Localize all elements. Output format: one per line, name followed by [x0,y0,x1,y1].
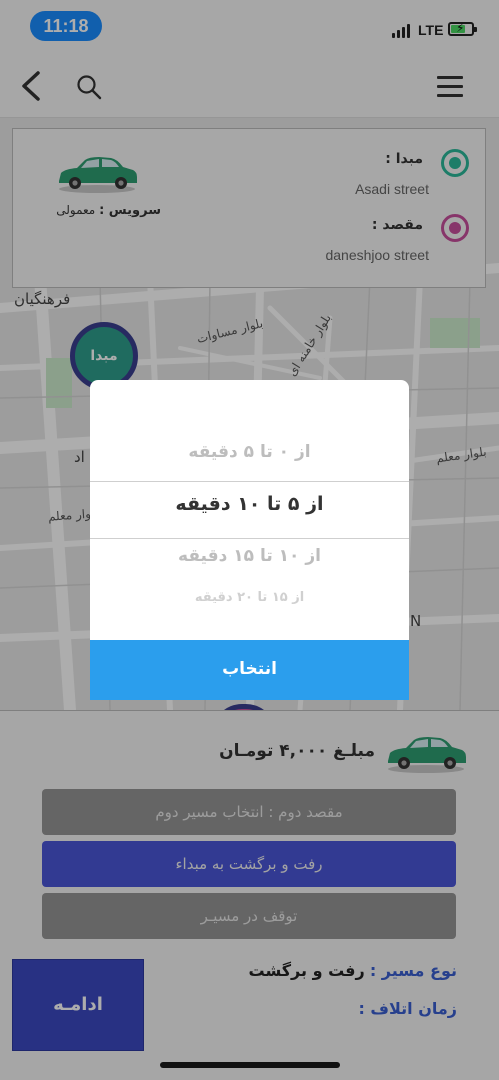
picker-option[interactable]: از ۱۵ تا ۲۰ دقیقه [90,590,409,605]
picker-fade [90,606,409,640]
picker-option[interactable]: از ۱۰ تا ۱۵ دقیقه [90,546,409,566]
picker-selection-line [90,538,409,539]
select-button[interactable]: انتخاب [90,640,409,700]
home-indicator[interactable] [160,1062,340,1068]
wait-time-picker: از ۰ تا ۵ دقیقه از ۵ تا ۱۰ دقیقه از ۱۰ ت… [90,380,409,700]
picker-option[interactable]: از ۰ تا ۵ دقیقه [90,442,409,462]
picker-option-selected[interactable]: از ۵ تا ۱۰ دقیقه [90,493,409,515]
picker-selection-line [90,481,409,482]
